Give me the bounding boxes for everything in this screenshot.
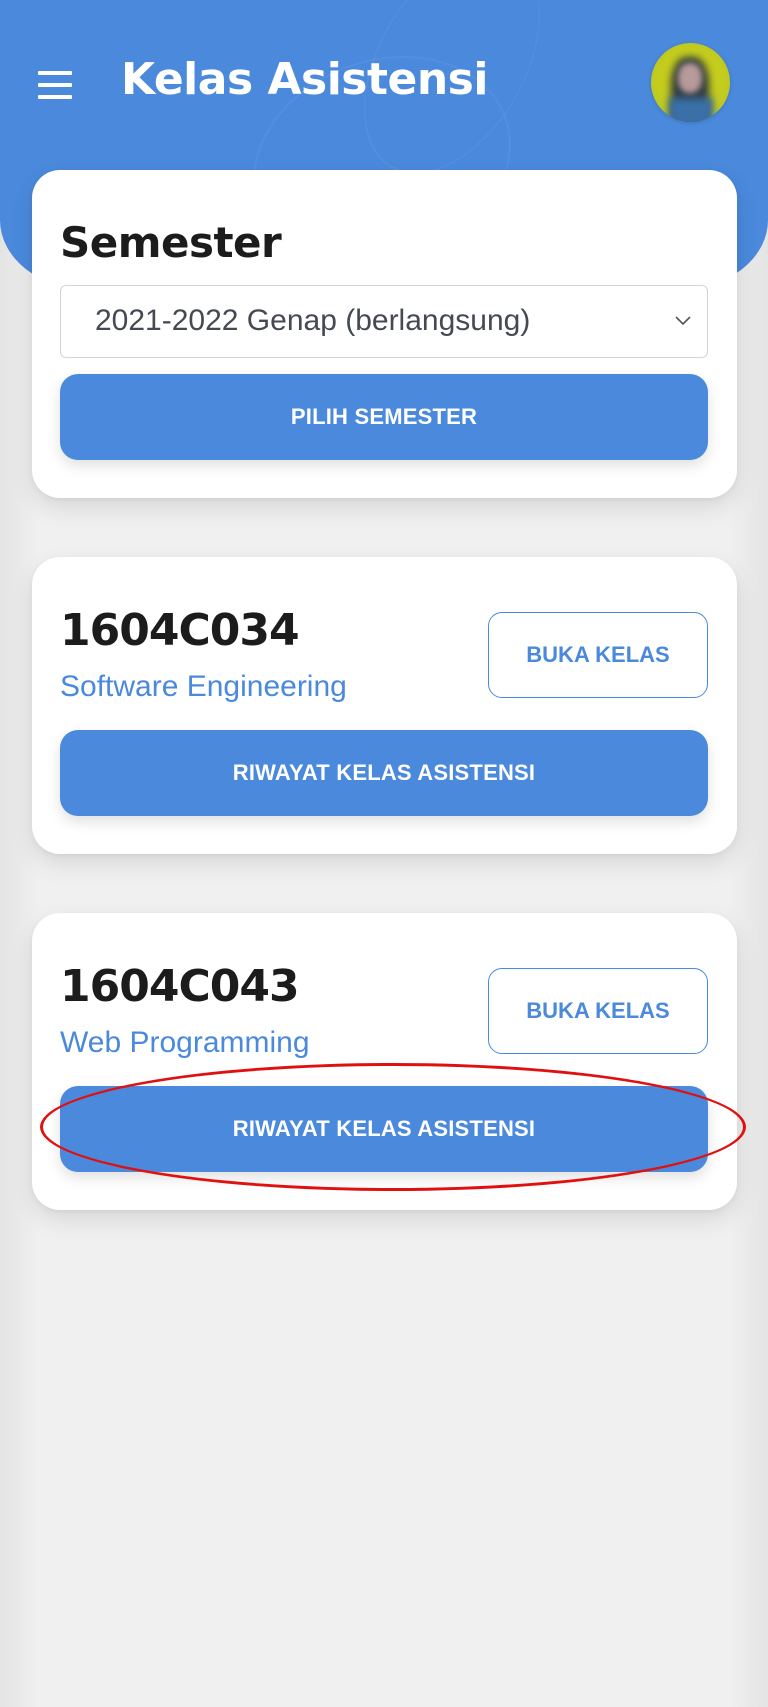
- avatar-face: [678, 63, 702, 93]
- avatar-body: [669, 98, 713, 122]
- class-history-button[interactable]: RIWAYAT KELAS ASISTENSI: [60, 730, 708, 816]
- semester-selected-value: 2021-2022 Genap (berlangsung): [95, 304, 531, 337]
- hamburger-menu-icon[interactable]: [38, 71, 72, 99]
- menu-line: [38, 83, 72, 87]
- page-title: Kelas Asistensi: [121, 54, 488, 105]
- class-name: Software Engineering: [60, 670, 347, 703]
- class-card: 1604C043 Web Programming BUKA KELAS RIWA…: [32, 913, 737, 1210]
- class-code: 1604C034: [60, 605, 300, 656]
- open-class-button[interactable]: BUKA KELAS: [488, 968, 708, 1054]
- user-avatar[interactable]: [651, 43, 730, 122]
- semester-heading: Semester: [60, 218, 282, 267]
- class-card: 1604C034 Software Engineering BUKA KELAS…: [32, 557, 737, 854]
- semester-card: Semester 2021-2022 Genap (berlangsung) P…: [32, 170, 737, 498]
- chevron-down-icon: [675, 316, 691, 326]
- menu-line: [38, 71, 72, 75]
- menu-line: [38, 95, 72, 99]
- open-class-button[interactable]: BUKA KELAS: [488, 612, 708, 698]
- class-history-button[interactable]: RIWAYAT KELAS ASISTENSI: [60, 1086, 708, 1172]
- class-code: 1604C043: [60, 961, 300, 1012]
- class-name: Web Programming: [60, 1026, 310, 1059]
- app-bar: Kelas Asistensi: [0, 0, 768, 165]
- choose-semester-button[interactable]: PILIH SEMESTER: [60, 374, 708, 460]
- semester-select[interactable]: 2021-2022 Genap (berlangsung): [60, 285, 708, 358]
